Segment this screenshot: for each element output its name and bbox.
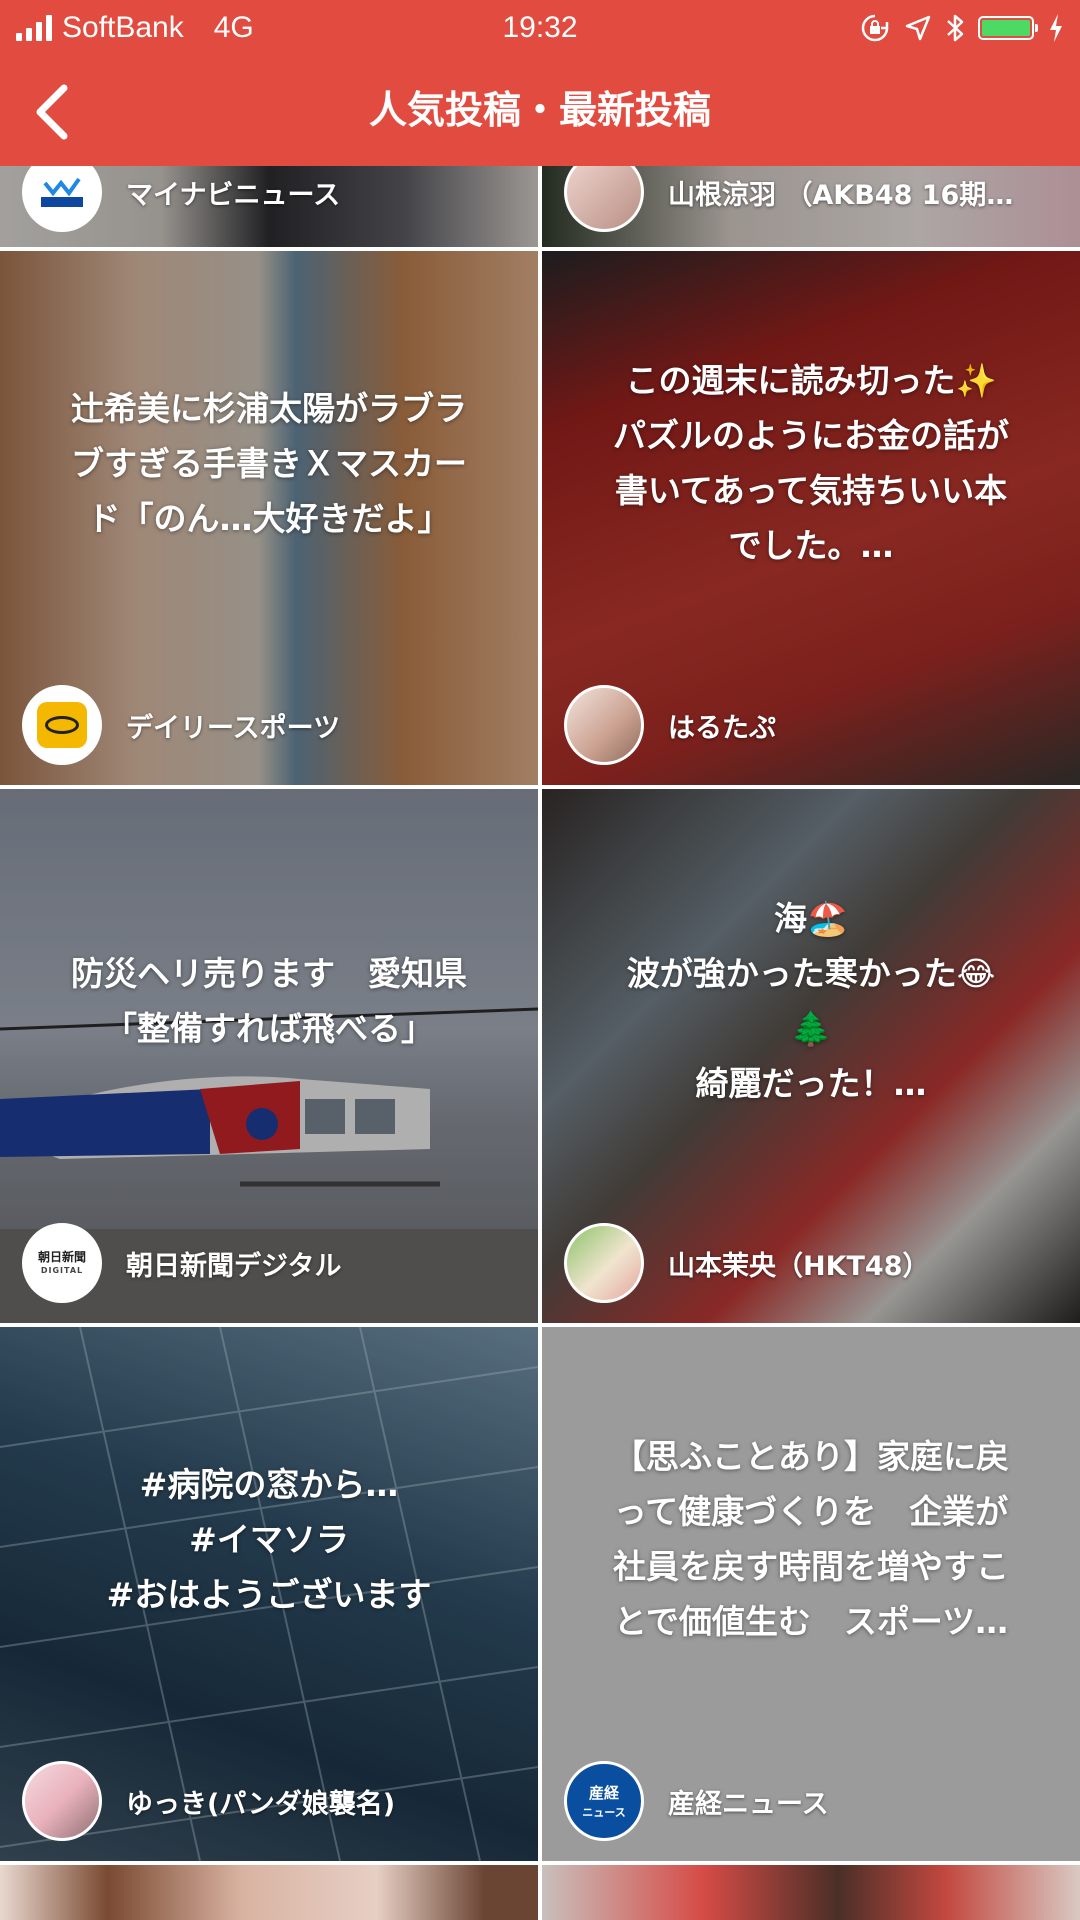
avatar	[564, 166, 644, 232]
post-author: 山本茉央（HKT48）	[564, 1223, 930, 1303]
author-name: 産経ニュース	[668, 1788, 829, 1820]
bluetooth-icon	[947, 14, 964, 42]
post-author: はるたぷ	[564, 685, 776, 765]
post-tile-partial[interactable]	[542, 1865, 1080, 1920]
post-text: 防災ヘリ売ります 愛知県 「整備すれば飛べる」	[71, 954, 467, 1048]
mynavi-logo-icon	[41, 177, 83, 207]
post-tile[interactable]: 辻希美に杉浦太陽がラブラ ブすぎる手書きＸマスカー ド「のん…大好きだよ」 デイ…	[0, 251, 538, 785]
nav-bar: 人気投稿・最新投稿	[0, 56, 1080, 166]
post-text: 【思ふことあり】家庭に戻 って健康づくりを 企業が 社員を戻す時間を増やすこ と…	[613, 1437, 1009, 1641]
post-tile[interactable]: 海🏖️ 波が強かった寒かった😂 🌲 綺麗だった！… 山本茉央（HKT48）	[542, 789, 1080, 1323]
avatar: 産経 ニュース	[564, 1761, 644, 1841]
post-tile[interactable]: 【思ふことあり】家庭に戻 って健康づくりを 企業が 社員を戻す時間を増やすこ と…	[542, 1327, 1080, 1861]
post-author: デイリースポーツ	[22, 685, 340, 765]
asahi-logo-text: 朝日新聞	[37, 1250, 86, 1264]
avatar	[22, 685, 102, 765]
post-text: この週末に読み切った✨ パズルのようにお金の話が 書いてあって気持ちいい本 でし…	[613, 361, 1009, 565]
post-text: 辻希美に杉浦太陽がラブラ ブすぎる手書きＸマスカー ド「のん…大好きだよ」	[71, 388, 467, 538]
post-tile-partial[interactable]: 山根涼羽 （AKB48 16期…	[542, 166, 1080, 247]
post-author: 朝日新聞 DIGITAL 朝日新聞デジタル	[22, 1223, 341, 1303]
charging-bolt-icon	[1050, 14, 1062, 42]
post-author: マイナビニュース	[22, 166, 340, 232]
avatar	[564, 1223, 644, 1303]
post-tile[interactable]: この週末に読み切った✨ パズルのようにお金の話が 書いてあって気持ちいい本 でし…	[542, 251, 1080, 785]
status-bar: SoftBank 4G 19:32	[0, 0, 1080, 56]
post-text: #病院の窓から… #イマソラ #おはようございます	[106, 1464, 432, 1614]
sankei-logo-text: 産経	[588, 1784, 619, 1802]
post-text: 海🏖️ 波が強かった寒かった😂 🌲 綺麗だった！…	[626, 899, 996, 1103]
author-name: はるたぷ	[668, 712, 776, 744]
asahi-logo-sub: DIGITAL	[40, 1266, 84, 1275]
daily-sports-logo-icon	[37, 702, 87, 748]
battery-icon	[978, 16, 1038, 40]
author-name: 山本茉央（HKT48）	[668, 1250, 930, 1282]
post-tile-partial[interactable]: マイナビニュース	[0, 166, 538, 247]
location-arrow-icon	[905, 15, 931, 41]
author-name: ゆっき(パンダ娘襲名)	[126, 1788, 396, 1820]
avatar	[22, 166, 102, 232]
page-title: 人気投稿・最新投稿	[368, 88, 711, 132]
app-header: SoftBank 4G 19:32 人気投稿・最新投稿	[0, 0, 1080, 166]
avatar: 朝日新聞 DIGITAL	[22, 1223, 102, 1303]
post-author: ゆっき(パンダ娘襲名)	[22, 1761, 395, 1841]
author-name: 山根涼羽 （AKB48 16期…	[668, 179, 1014, 211]
post-author: 山根涼羽 （AKB48 16期…	[564, 166, 1013, 232]
sankei-logo-sub: ニュース	[582, 1806, 626, 1819]
author-name: マイナビニュース	[126, 179, 341, 211]
status-icons	[860, 8, 1064, 48]
battery-level	[982, 20, 1030, 36]
rotation-lock-icon	[861, 14, 889, 42]
post-author: 産経 ニュース 産経ニュース	[564, 1761, 829, 1841]
avatar	[564, 685, 644, 765]
author-name: 朝日新聞デジタル	[126, 1250, 342, 1282]
avatar	[22, 1761, 102, 1841]
post-tile[interactable]: #病院の窓から… #イマソラ #おはようございます ゆっき(パンダ娘襲名)	[0, 1327, 538, 1861]
author-name: デイリースポーツ	[126, 712, 341, 744]
post-tile-partial[interactable]	[0, 1865, 538, 1920]
post-tile[interactable]: 防災ヘリ売ります 愛知県 「整備すれば飛べる」 朝日新聞 DIGITAL 朝日新…	[0, 789, 538, 1323]
